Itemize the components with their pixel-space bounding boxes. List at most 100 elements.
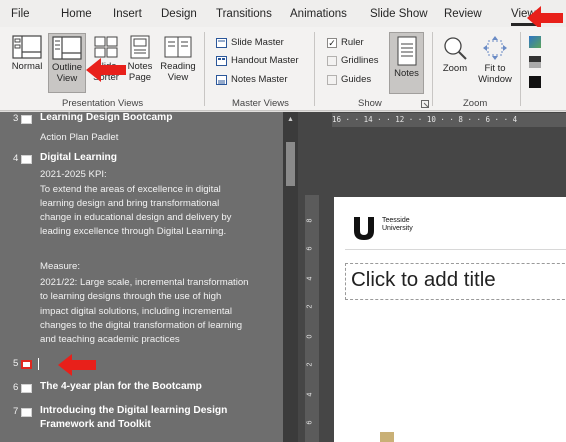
color-swatch-icon[interactable]: [529, 36, 541, 48]
slide-divider: [345, 249, 566, 250]
fit-to-window-label-1: Fit to: [484, 63, 506, 74]
notes-master-icon: [216, 74, 227, 85]
outline-text-line[interactable]: 2021-2025 KPI:: [40, 169, 107, 182]
notes-toggle-button[interactable]: Notes: [389, 32, 424, 94]
tab-slide-show[interactable]: Slide Show: [370, 8, 428, 20]
slide-master-label: Slide Master: [231, 37, 284, 48]
horizontal-ruler: 16 · · 14 · · 12 · · 10 · · 8 · · 6 · · …: [332, 113, 566, 127]
tab-design[interactable]: Design: [161, 8, 197, 20]
ruler-check-icon: ✓: [327, 37, 337, 48]
outline-text-line[interactable]: To extend the areas of excellence in dig…: [40, 184, 221, 197]
slide-thumbnail-icon[interactable]: [21, 115, 32, 124]
outline-text-line[interactable]: leading excellence through Digital Learn…: [40, 226, 226, 239]
outline-view-label-1: Outline: [51, 62, 83, 73]
outline-text-line[interactable]: change in educational design and deliver…: [40, 212, 231, 225]
outline-text-line[interactable]: and teaching academic practices: [40, 334, 180, 347]
title-placeholder[interactable]: Click to add title: [345, 263, 566, 300]
slide-thumbnail-icon[interactable]: [21, 408, 32, 417]
master-views-group-label: Master Views: [232, 98, 289, 109]
zoom-magnifier-icon: [444, 37, 467, 60]
guides-checkbox[interactable]: Guides: [327, 74, 371, 85]
fit-to-window-button[interactable]: Fit to Window: [474, 35, 516, 85]
scroll-up-icon[interactable]: ▲: [287, 116, 294, 123]
slide-thumbnail-icon[interactable]: [21, 360, 32, 369]
outline-text-line[interactable]: impact digital solutions, including incr…: [40, 306, 232, 319]
reading-view-button[interactable]: Reading View: [158, 35, 198, 83]
reading-view-label-2: View: [167, 72, 189, 83]
tab-file[interactable]: File: [11, 8, 30, 20]
reading-view-icon: [164, 36, 192, 58]
gridlines-label: Gridlines: [341, 55, 379, 66]
outline-slide-title[interactable]: Learning Design Bootcamp: [40, 112, 172, 125]
outline-text-line[interactable]: Measure:: [40, 261, 80, 274]
zoom-button[interactable]: Zoom: [437, 35, 473, 74]
tab-review[interactable]: Review: [444, 8, 482, 20]
outline-text-line[interactable]: Action Plan Padlet: [40, 132, 118, 145]
presentation-views-group-label: Presentation Views: [62, 98, 144, 109]
outline-pane[interactable]: 3 Learning Design Bootcamp Action Plan P…: [0, 112, 283, 442]
outline-text-line[interactable]: to learning designs through the use of h…: [40, 291, 221, 304]
slide-number: 6: [13, 382, 19, 393]
outline-text-line[interactable]: learning design and bring transformation…: [40, 198, 219, 211]
fit-to-window-icon: [483, 36, 507, 60]
slide-number: 5: [13, 358, 19, 369]
guides-check-icon: [327, 74, 337, 85]
gridlines-checkbox[interactable]: Gridlines: [327, 55, 379, 66]
notes-master-button[interactable]: Notes Master: [216, 74, 288, 85]
ruler-tick: 0: [306, 334, 314, 339]
outline-text-line[interactable]: changes to the digital transformation of…: [40, 320, 242, 333]
slide-number: 7: [13, 406, 19, 417]
teesside-logo-icon: [354, 217, 374, 240]
tab-transitions[interactable]: Transitions: [216, 8, 272, 20]
title-placeholder-text: Click to add title: [351, 268, 496, 291]
text-cursor: [38, 358, 39, 370]
outline-view-label-2: View: [56, 73, 78, 84]
tab-home[interactable]: Home: [61, 8, 92, 20]
zoom-label: Zoom: [442, 63, 468, 74]
tab-insert[interactable]: Insert: [113, 8, 142, 20]
notes-page-label-2: Page: [128, 72, 152, 83]
outline-view-button[interactable]: Outline View: [48, 33, 86, 93]
handout-master-label: Handout Master: [231, 55, 299, 66]
slide-canvas[interactable]: Teesside University Click to add title: [334, 197, 566, 442]
notes-master-label: Notes Master: [231, 74, 288, 85]
logo-text-line-2: University: [382, 225, 413, 232]
dialog-launcher-icon[interactable]: [421, 100, 429, 108]
scrollbar-thumb[interactable]: [286, 142, 295, 186]
grayscale-swatch-icon[interactable]: [529, 56, 541, 68]
outline-slide-title[interactable]: The 4-year plan for the Bootcamp: [40, 381, 202, 394]
tab-animations[interactable]: Animations: [290, 8, 347, 20]
outline-slide-title[interactable]: Framework and Toolkit: [40, 419, 151, 432]
ruler-label: Ruler: [341, 37, 364, 48]
outline-slide-title[interactable]: Introducing the Digital learning Design: [40, 405, 227, 418]
slide-thumbnail-icon[interactable]: [21, 384, 32, 393]
ruler-tick: 2: [306, 304, 314, 309]
normal-view-icon: [12, 35, 42, 59]
slide-thumbnail-icon[interactable]: [21, 155, 32, 164]
slide-master-button[interactable]: Slide Master: [216, 37, 284, 48]
outline-text-line[interactable]: 2021/22: Large scale, incremental transf…: [40, 277, 249, 290]
slide-sorter-icon: [94, 36, 118, 58]
ruler-tick: 4: [306, 276, 314, 281]
gridlines-check-icon: [327, 55, 337, 66]
ruler-checkbox[interactable]: ✓ Ruler: [327, 37, 364, 48]
outline-scrollbar[interactable]: ▲: [283, 112, 298, 442]
handout-master-button[interactable]: Handout Master: [216, 55, 299, 66]
fit-to-window-label-2: Window: [478, 74, 512, 85]
group-separator: [204, 32, 205, 106]
vertical-ruler: 8 6 4 2 0 2 4 6: [305, 195, 319, 442]
normal-view-button[interactable]: Normal: [7, 35, 47, 72]
notes-toggle-label: Notes: [394, 68, 419, 79]
slide-number: 3: [13, 113, 19, 124]
slide-number: 4: [13, 153, 19, 164]
ruler-tick: 6: [306, 246, 314, 251]
black-white-swatch-icon[interactable]: [529, 76, 541, 88]
notes-page-button[interactable]: Notes Page: [124, 35, 156, 83]
reading-view-label-1: Reading: [160, 61, 196, 72]
decorative-shape: [380, 432, 394, 442]
guides-label: Guides: [341, 74, 372, 85]
outline-slide-title[interactable]: Digital Learning: [40, 152, 117, 165]
normal-view-label: Normal: [11, 61, 43, 72]
horizontal-ruler-ticks: 16 · · 14 · · 12 · · 10 · · 8 · · 6 · · …: [332, 115, 518, 124]
handout-master-icon: [216, 55, 227, 66]
